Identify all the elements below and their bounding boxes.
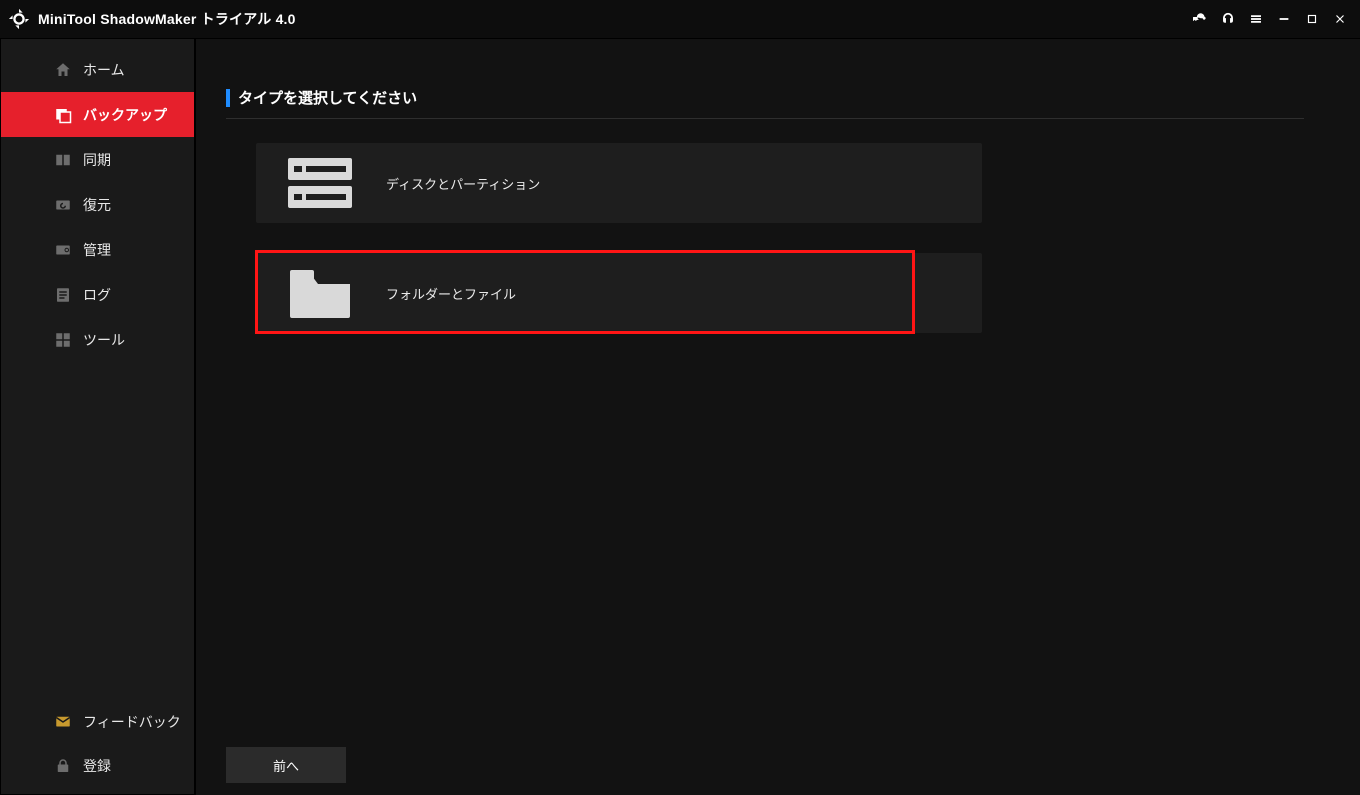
sidebar-item-label: 管理 [83,240,111,260]
sidebar: ホーム バックアップ 同期 復元 [0,38,195,795]
accent-bar [226,89,230,107]
tools-icon [53,330,73,350]
sync-icon [53,150,73,170]
titlebar-controls [1186,5,1354,33]
sidebar-item-label: バックアップ [83,105,167,125]
log-icon [53,285,73,305]
close-button[interactable] [1326,5,1354,33]
sidebar-item-log[interactable]: ログ [1,272,194,317]
feedback-icon [53,712,73,732]
page-title: タイプを選択してください [238,87,417,108]
minimize-button[interactable] [1270,5,1298,33]
app-title: MiniTool ShadowMaker トライアル 4.0 [38,9,296,29]
titlebar-left: MiniTool ShadowMaker トライアル 4.0 [8,8,296,30]
sidebar-item-manage[interactable]: 管理 [1,227,194,272]
back-button-label: 前へ [273,756,299,775]
section-header: タイプを選択してください [226,87,1304,108]
sidebar-item-label: ホーム [83,60,125,80]
app-logo-icon [8,8,30,30]
folder-icon [286,264,354,322]
sidebar-item-label: ツール [83,330,125,350]
back-button[interactable]: 前へ [226,747,346,783]
sidebar-item-restore[interactable]: 復元 [1,182,194,227]
main-panel: タイプを選択してください [195,38,1360,795]
app-trial-suffix: トライアル 4.0 [201,11,296,27]
option-folders-files[interactable]: フォルダーとファイル [256,253,982,333]
sidebar-item-label: ログ [83,285,111,305]
highlight-overlay [255,250,915,334]
sidebar-item-label: フィードバック [83,712,181,732]
titlebar: MiniTool ShadowMaker トライアル 4.0 [0,0,1360,38]
restore-icon [53,195,73,215]
sidebar-item-register[interactable]: 登録 [1,744,194,788]
sidebar-bottom: フィードバック 登録 [1,700,194,794]
sidebar-item-feedback[interactable]: フィードバック [1,700,194,744]
lock-icon [53,756,73,776]
divider [226,118,1304,119]
app-name: MiniTool ShadowMaker [38,11,197,27]
sidebar-item-sync[interactable]: 同期 [1,137,194,182]
options-list: ディスクとパーティション フォルダーとファイル [226,143,1304,333]
sidebar-item-label: 登録 [83,756,111,776]
disk-icon [286,154,354,212]
maximize-button[interactable] [1298,5,1326,33]
home-icon [53,60,73,80]
sidebar-item-label: 復元 [83,195,111,215]
sidebar-nav: ホーム バックアップ 同期 復元 [1,39,194,362]
sidebar-item-home[interactable]: ホーム [1,47,194,92]
key-icon[interactable] [1186,5,1214,33]
option-disk-partition[interactable]: ディスクとパーティション [256,143,982,223]
bottom-bar: 前へ [226,747,346,783]
sidebar-item-label: 同期 [83,150,111,170]
manage-icon [53,240,73,260]
option-label: フォルダーとファイル [386,284,516,303]
menu-icon[interactable] [1242,5,1270,33]
backup-icon [53,105,73,125]
sidebar-item-backup[interactable]: バックアップ [1,92,194,137]
option-label: ディスクとパーティション [386,174,540,193]
headset-icon[interactable] [1214,5,1242,33]
sidebar-item-tools[interactable]: ツール [1,317,194,362]
